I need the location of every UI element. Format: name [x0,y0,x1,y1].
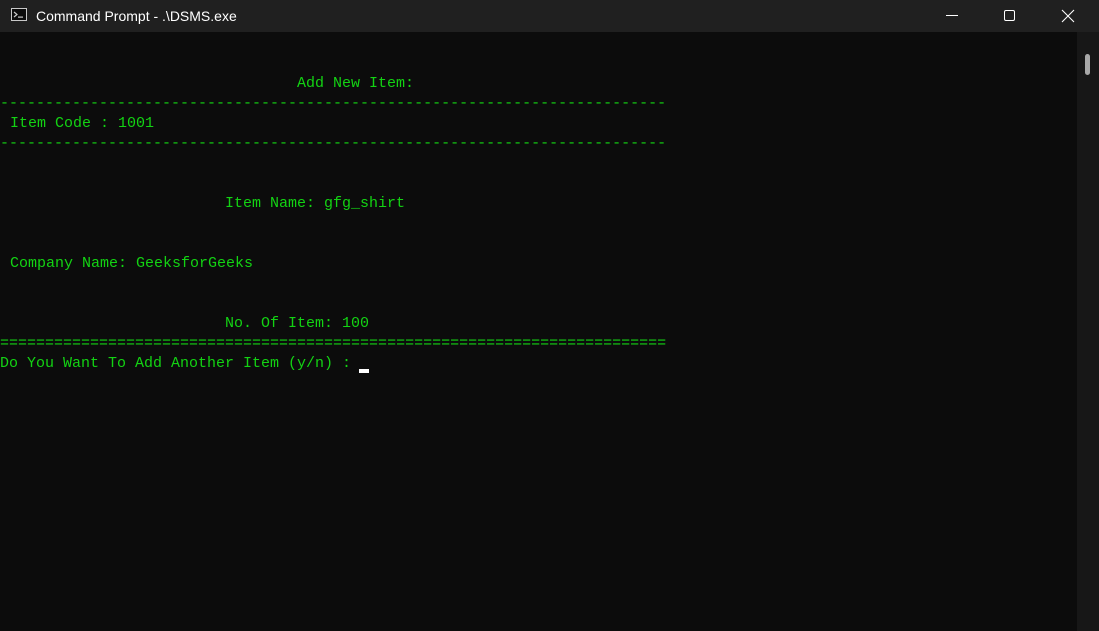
vertical-scrollbar[interactable] [1077,32,1099,631]
console-output[interactable]: Add New Item: --------------------------… [0,32,1077,631]
item-name-line: Item Name: gfg_shirt [225,195,406,212]
scroll-thumb[interactable] [1085,54,1090,75]
item-code-line: Item Code : 1001 [10,115,155,132]
close-icon [1061,9,1075,23]
dash-rule-top: ----------------------------------------… [0,95,667,112]
maximize-icon [1004,10,1015,21]
dash-rule-bottom: ----------------------------------------… [0,135,667,152]
close-button[interactable] [1039,0,1099,32]
maximize-button[interactable] [981,0,1039,32]
prompt-line: Do You Want To Add Another Item (y/n) : [0,355,352,372]
equals-rule: ========================================… [0,335,667,352]
cmd-icon[interactable] [11,8,27,21]
minimize-button[interactable] [923,0,981,32]
quantity-line: No. Of Item: 100 [225,315,370,332]
minimize-icon [946,15,958,16]
company-name-line: Company Name: GeeksforGeeks [10,255,254,272]
command-prompt-window: Command Prompt - .\DSMS.exe Add New Item… [0,0,1099,631]
text-cursor [359,369,369,373]
window-title: Command Prompt - .\DSMS.exe [36,8,237,24]
heading-line: Add New Item: [297,75,415,92]
title-bar[interactable]: Command Prompt - .\DSMS.exe [0,0,1099,32]
